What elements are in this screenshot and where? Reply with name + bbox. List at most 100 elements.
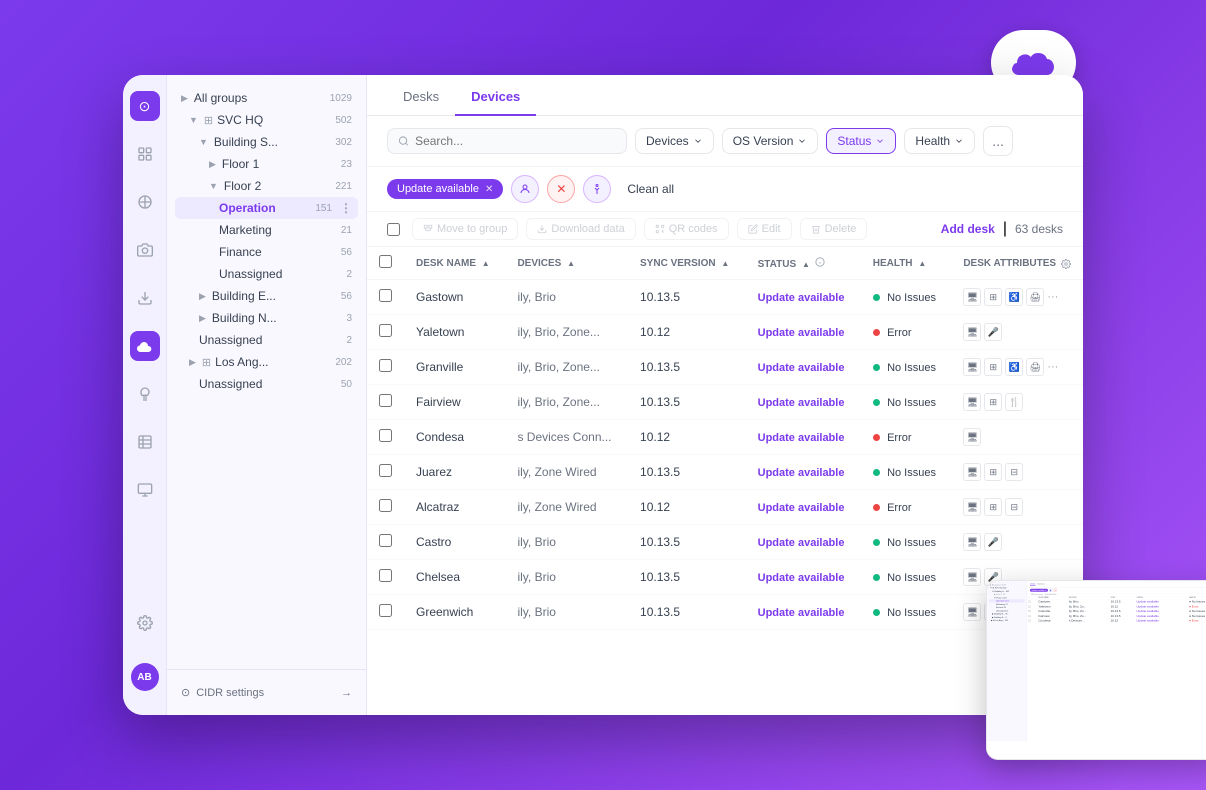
avatar[interactable]: AB (131, 663, 159, 691)
monitor-desk-icon: 🖥 (963, 498, 981, 516)
row-checkbox[interactable] (379, 464, 392, 477)
status-info-icon (815, 257, 825, 267)
sidebar-item-floor2[interactable]: ▼ Floor 2 221 (175, 175, 358, 197)
filter-close-icon[interactable]: ✕ (547, 175, 575, 203)
monitor-desk-icon: 🖥 (963, 323, 981, 341)
table-icon[interactable] (130, 427, 160, 457)
devices-cell: ily, Brio (505, 560, 628, 595)
health-cell: No Issues (861, 525, 952, 560)
health-text: Error (887, 502, 911, 514)
table-row: Castro ily, Brio 10.13.5 Update availabl… (367, 525, 1083, 560)
header-checkbox[interactable] (379, 255, 392, 268)
select-all-checkbox[interactable] (387, 223, 400, 236)
attributes-settings-icon[interactable] (1061, 259, 1071, 269)
add-desk-button[interactable]: Add desk (941, 222, 995, 236)
row-checkbox[interactable] (379, 324, 392, 337)
accessibility-filter-icon[interactable] (583, 175, 611, 203)
status-cell: Update available (746, 385, 861, 420)
home-icon[interactable]: ⊙ (130, 91, 160, 121)
chevron-right-icon: ▶ (181, 93, 188, 104)
operation-count: 151 (315, 203, 332, 214)
row-checkbox[interactable] (379, 499, 392, 512)
monitor-desk-icon: 🖥 (963, 288, 981, 306)
update-available-chip[interactable]: Update available ✕ (387, 179, 503, 199)
move-icon (423, 224, 433, 234)
download-data-icon (537, 224, 547, 234)
devices-filter[interactable]: Devices (635, 128, 714, 154)
status-filter[interactable]: Status (826, 128, 896, 154)
health-text: No Issues (887, 572, 936, 584)
download-icon[interactable] (130, 283, 160, 313)
health-text: No Issues (887, 607, 936, 619)
row-checkbox[interactable] (379, 604, 392, 617)
operation-menu-icon[interactable]: ⋮ (340, 201, 352, 215)
edit-button[interactable]: Edit (737, 218, 792, 240)
more-filters-button[interactable]: ... (983, 126, 1013, 156)
building-la-icon: ⊞ (202, 356, 211, 369)
tab-desks[interactable]: Desks (387, 75, 455, 116)
health-text: No Issues (887, 537, 936, 549)
sidebar-item-losang[interactable]: ▶ ⊞ Los Ang... 202 (175, 351, 358, 373)
camera-icon[interactable] (130, 235, 160, 265)
os-version-filter[interactable]: OS Version (722, 128, 819, 154)
more-icons[interactable]: ··· (1047, 291, 1058, 303)
search-input[interactable] (415, 134, 616, 148)
sidebar-item-building-e[interactable]: ▶ Building E... 56 (175, 285, 358, 307)
download-data-button[interactable]: Download data (526, 218, 635, 240)
sidebar-item-floor1[interactable]: ▶ Floor 1 23 (175, 153, 358, 175)
row-checkbox[interactable] (379, 429, 392, 442)
monitor-icon[interactable] (130, 475, 160, 505)
sidebar-item-building-s[interactable]: ▼ Building S... 302 (175, 131, 358, 153)
table-desk-icon: ⊟ (1005, 498, 1023, 516)
row-checkbox[interactable] (379, 534, 392, 547)
clean-all-button[interactable]: Clean all (619, 178, 682, 200)
search-box[interactable] (387, 128, 627, 154)
sidebar-item-all-groups[interactable]: ▶ All groups 1029 (175, 87, 358, 109)
tab-devices[interactable]: Devices (455, 75, 536, 116)
losang-count: 202 (335, 357, 352, 368)
cidr-settings-link[interactable]: ⊙ CIDR settings → (175, 682, 358, 703)
sidebar-item-unassigned3[interactable]: Unassigned 50 (175, 373, 358, 395)
move-to-group-button[interactable]: Move to group (412, 218, 518, 240)
floor2-count: 221 (335, 181, 352, 192)
monitor-desk-icon: 🖥 (963, 568, 981, 586)
cloud-nav-icon[interactable] (130, 331, 160, 361)
layers-icon[interactable] (130, 139, 160, 169)
health-text: No Issues (887, 397, 936, 409)
sidebar-item-building-n[interactable]: ▶ Building N... 3 (175, 307, 358, 329)
health-cell: No Issues (861, 560, 952, 595)
delete-icon (811, 224, 821, 234)
devices-cell: ily, Brio, Zone... (505, 385, 628, 420)
sync-version-cell: 10.13.5 (628, 385, 746, 420)
filter-bar: Devices OS Version Status Health ... (367, 116, 1083, 167)
settings-icon[interactable] (131, 609, 159, 637)
table-row: Greenwich ily, Brio 10.13.5 Update avail… (367, 595, 1083, 630)
delete-button[interactable]: Delete (800, 218, 868, 240)
row-checkbox[interactable] (379, 359, 392, 372)
operation-label: Operation (219, 201, 276, 215)
table-desk-icon: ⊟ (1005, 463, 1023, 481)
row-checkbox[interactable] (379, 394, 392, 407)
move-to-group-label: Move to group (437, 223, 507, 235)
bulb-icon[interactable] (130, 379, 160, 409)
desk-name-cell: Juarez (404, 455, 505, 490)
row-checkbox[interactable] (379, 289, 392, 302)
chip-close-icon[interactable]: ✕ (485, 184, 493, 195)
sidebar-item-operation[interactable]: Operation 151 ⋮ (175, 197, 358, 219)
row-checkbox[interactable] (379, 569, 392, 582)
sidebar-item-finance[interactable]: Finance 56 (175, 241, 358, 263)
health-filter[interactable]: Health (904, 128, 975, 154)
desk-icons-group: 🖥 ⊞ ♿ 🖨 ··· (963, 358, 1071, 376)
sidebar-item-svc-hq[interactable]: ▼ ⊞ SVC HQ 502 (175, 109, 358, 131)
chevron-down-f2: ▼ (209, 181, 218, 191)
status-cell: Update available (746, 560, 861, 595)
desk-name-cell: Alcatraz (404, 490, 505, 525)
sidebar-item-unassigned2[interactable]: Unassigned 2 (175, 329, 358, 351)
sidebar-item-marketing[interactable]: Marketing 21 (175, 219, 358, 241)
grid-icon[interactable] (130, 187, 160, 217)
more-icons[interactable]: ··· (1047, 361, 1058, 373)
qr-codes-button[interactable]: QR codes (644, 218, 729, 240)
sidebar-item-unassigned1[interactable]: Unassigned 2 (175, 263, 358, 285)
marketing-count: 21 (341, 225, 352, 236)
filter-icon-1[interactable] (511, 175, 539, 203)
